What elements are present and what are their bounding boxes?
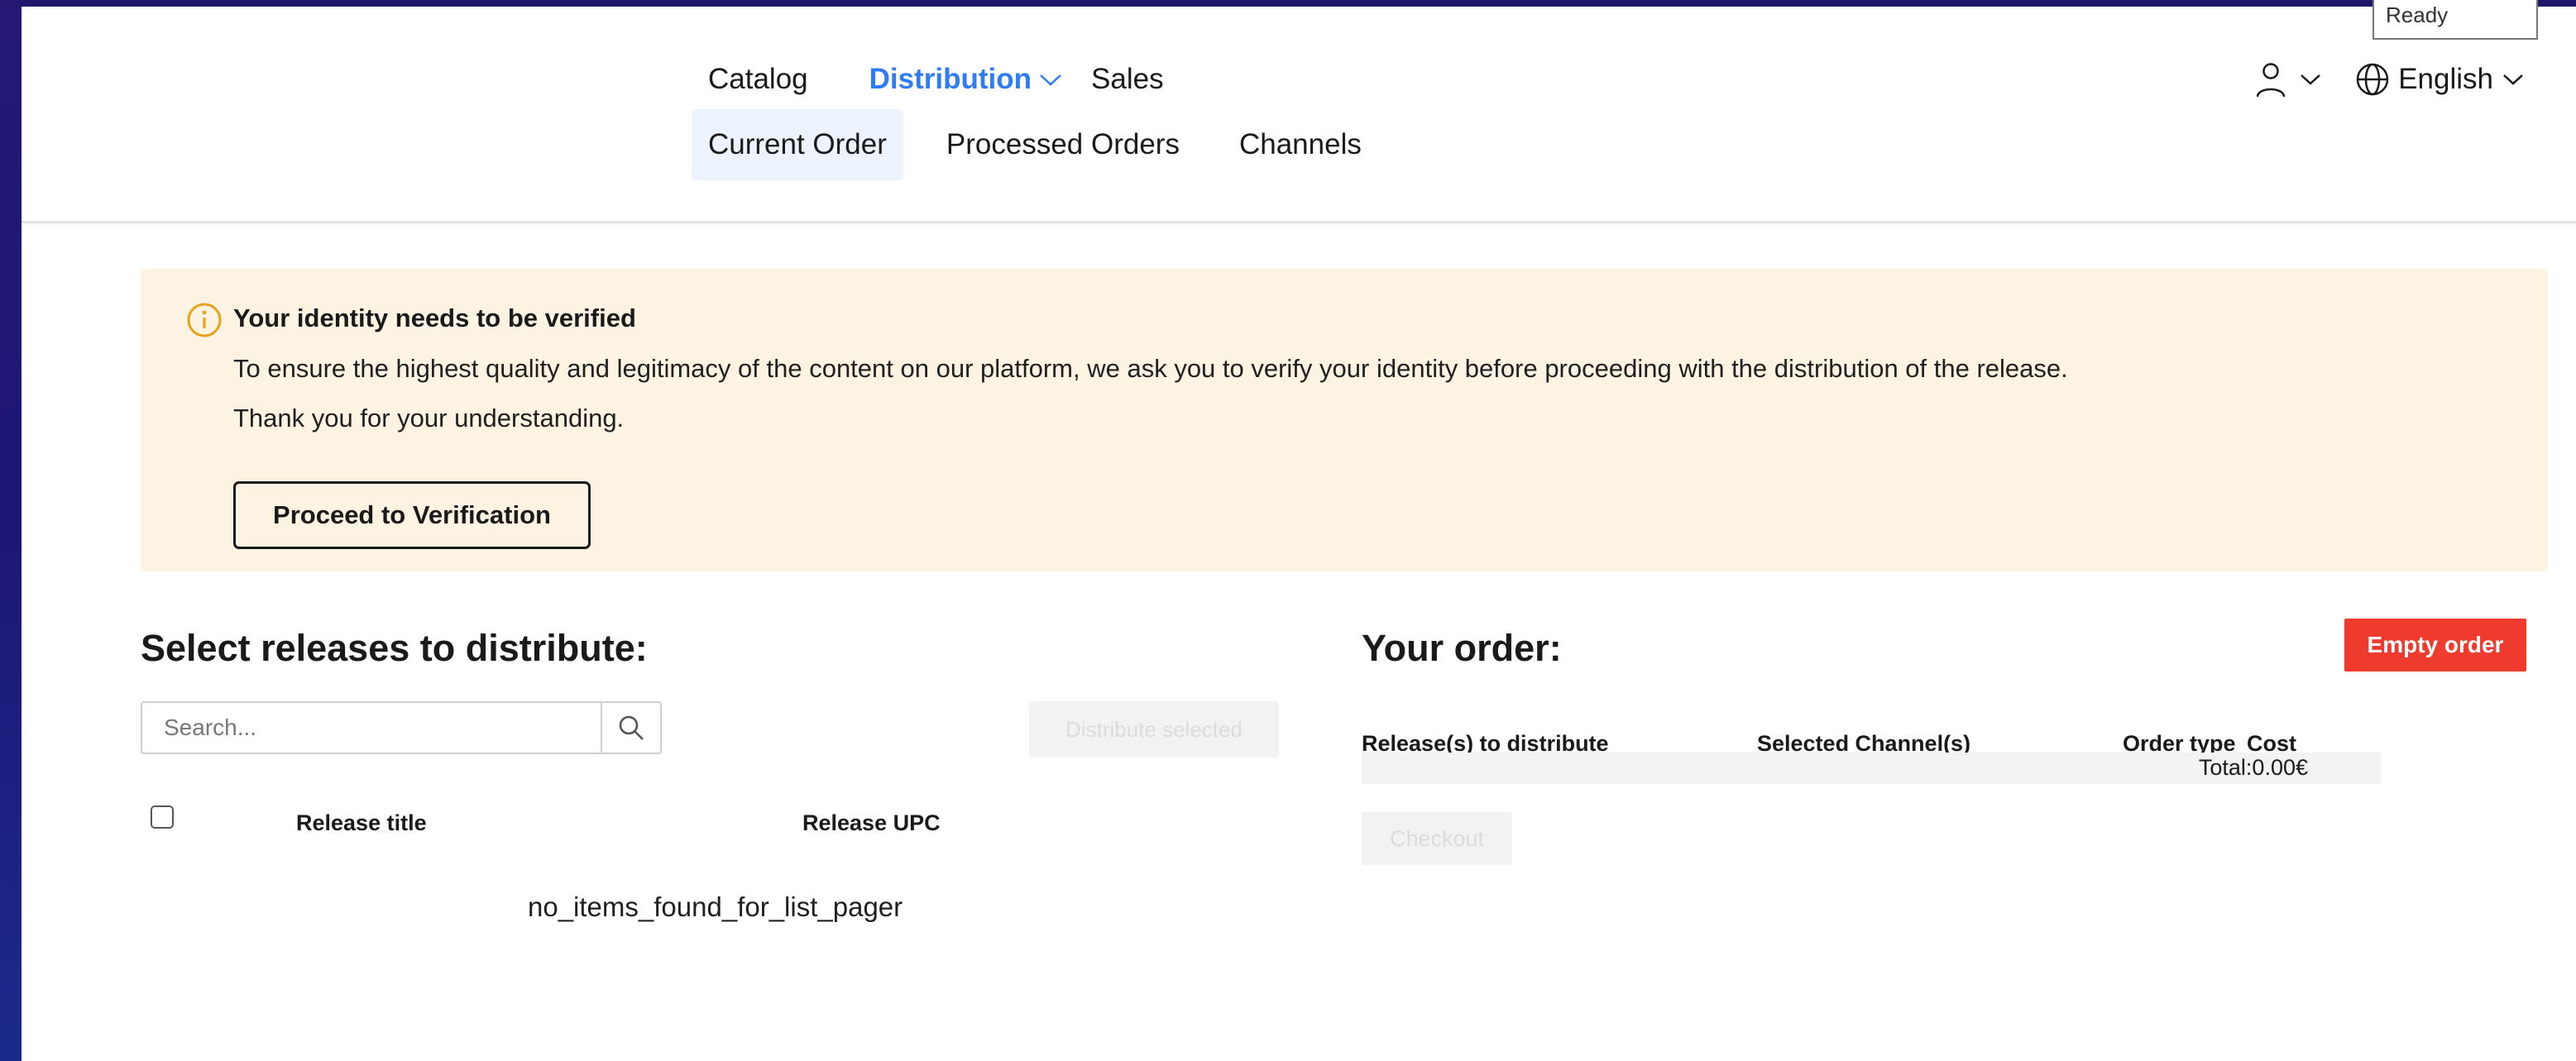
releases-section-title: Select releases to distribute: (141, 627, 648, 669)
chevron-down-icon[interactable] (1038, 69, 1063, 89)
ready-status-badge: Ready (2373, 0, 2538, 40)
top-header: Ready Catalog Distribution Sales Current… (22, 0, 2576, 223)
search-icon (619, 715, 644, 740)
order-total: Total:0.00€ (2198, 755, 2308, 780)
sub-nav: Current Order Processed Orders Channels (692, 109, 1405, 180)
header-user-area: English (2254, 55, 2525, 104)
window-frame-left (0, 0, 22, 1061)
main-nav: Catalog Distribution Sales (708, 55, 1225, 104)
app-window: Ready Catalog Distribution Sales Current… (22, 0, 2576, 1061)
nav-sales[interactable]: Sales (1091, 63, 1164, 96)
user-icon[interactable] (2254, 60, 2287, 98)
alert-title: Your identity needs to be verified (233, 303, 636, 332)
empty-order-button[interactable]: Empty order (2344, 619, 2526, 671)
verification-alert: Your identity needs to be verified To en… (141, 269, 2548, 571)
chevron-down-icon[interactable] (2299, 71, 2322, 88)
select-all-checkbox[interactable] (151, 805, 174, 829)
alert-message: To ensure the highest quality and legiti… (233, 354, 2068, 383)
nav-distribution-label: Distribution (869, 63, 1032, 95)
language-selector[interactable]: English (2398, 63, 2493, 96)
nav-distribution[interactable]: Distribution (869, 63, 1032, 96)
order-section-title: Your order: (1362, 627, 1562, 669)
nav-catalog[interactable]: Catalog (708, 63, 808, 96)
chevron-down-icon[interactable] (2502, 71, 2525, 88)
globe-icon[interactable] (2355, 62, 2390, 97)
info-icon (187, 303, 222, 337)
order-total-row: Total:0.00€ (1362, 753, 2381, 784)
release-search (141, 701, 662, 754)
proceed-to-verification-button[interactable]: Proceed to Verification (233, 481, 591, 549)
column-release-upc: Release UPC (802, 810, 941, 835)
search-input[interactable] (142, 703, 601, 753)
window-frame-top (0, 0, 2576, 7)
search-button[interactable] (601, 703, 660, 753)
checkout-button[interactable]: Checkout (1362, 812, 1512, 865)
distribute-selected-button[interactable]: Distribute selected (1029, 701, 1279, 758)
column-release-title: Release title (296, 810, 427, 835)
subnav-current-order[interactable]: Current Order (692, 109, 903, 180)
subnav-channels[interactable]: Channels (1223, 109, 1378, 180)
empty-list-message: no_items_found_for_list_pager (528, 891, 903, 922)
subnav-processed-orders[interactable]: Processed Orders (930, 109, 1196, 180)
alert-thanks: Thank you for your understanding. (233, 404, 625, 433)
